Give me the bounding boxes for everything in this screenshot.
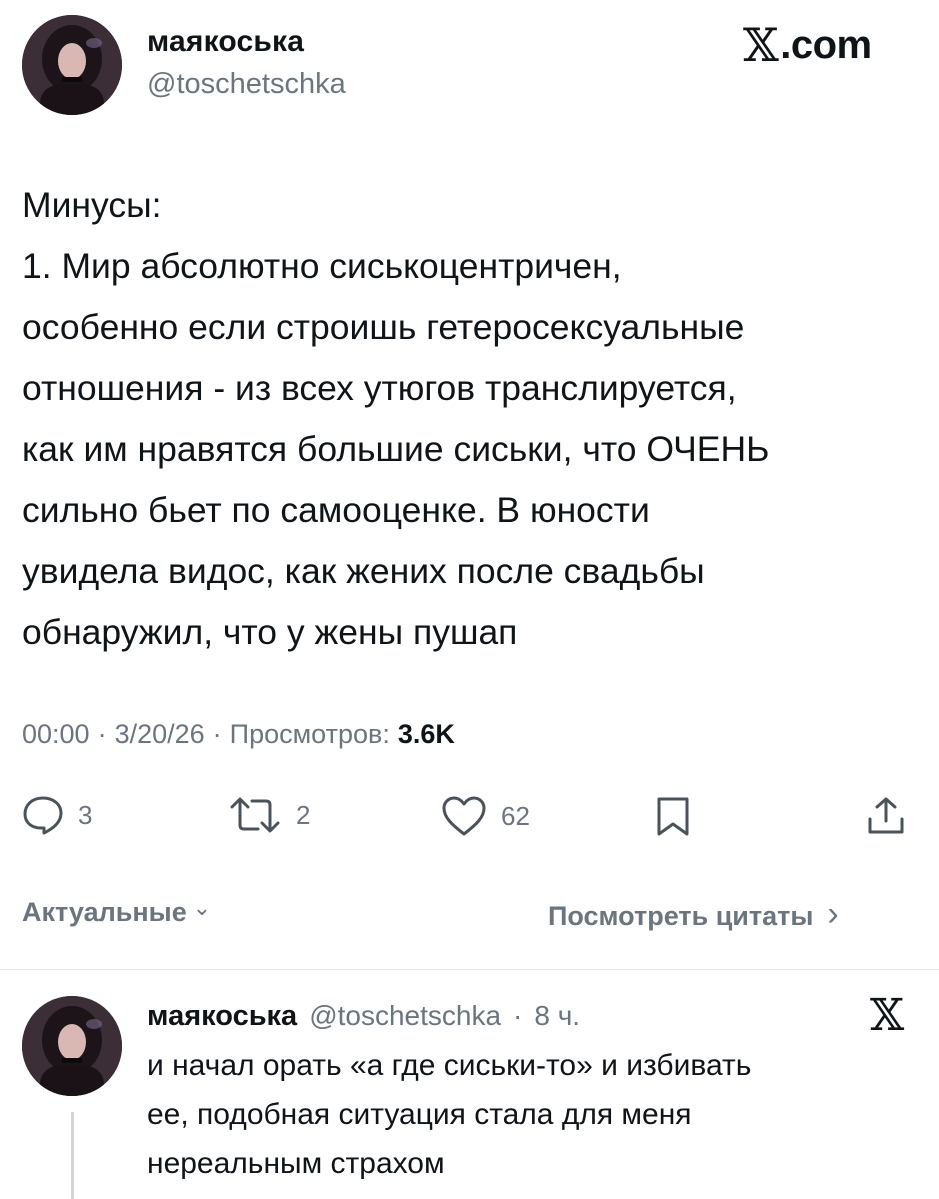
reply-author-avatar[interactable] <box>22 996 122 1096</box>
site-brand-label: .com <box>780 22 872 67</box>
reply-author-handle[interactable]: @toschetschka <box>309 1000 501 1032</box>
sort-dropdown[interactable]: Актуальные ⌄ <box>22 894 212 928</box>
views-count[interactable]: 3.6K <box>398 719 455 750</box>
retweet-button[interactable]: 2 <box>228 795 310 835</box>
reply-icon <box>23 796 63 835</box>
reply-author-name[interactable]: маякоська <box>147 1000 297 1033</box>
view-quotes-link[interactable]: Посмотреть цитаты › <box>548 895 839 936</box>
tweet-date[interactable]: 3/20/26 <box>115 719 205 750</box>
meta-separator: · <box>97 719 107 749</box>
reply-header: маякоська @toschetschka · 8 ч. <box>147 1000 580 1033</box>
retweet-icon <box>230 797 280 833</box>
divider <box>0 969 939 970</box>
tweet-meta: 00:00 · 3/20/26 · Просмотров: 3.6K <box>22 719 455 750</box>
sort-label: Актуальные <box>22 897 187 927</box>
like-icon <box>442 796 486 836</box>
like-count: 62 <box>501 800 530 831</box>
chevron-right-icon: › <box>827 895 839 933</box>
retweet-count: 2 <box>296 799 311 830</box>
views-label: Просмотров: <box>229 719 390 749</box>
author-handle[interactable]: @toschetschka <box>147 68 346 101</box>
x-logo-icon: 𝕏 <box>743 18 779 72</box>
bookmark-icon <box>657 797 689 836</box>
tweet-text: Минусы: 1. Мир абсолютно сиськоцентричен… <box>22 185 770 652</box>
share-icon <box>868 797 904 834</box>
meta-separator: · <box>513 1000 523 1031</box>
tweet-time[interactable]: 00:00 <box>22 719 90 750</box>
site-brand: 𝕏 .com <box>743 18 872 72</box>
reply-count: 3 <box>78 799 93 830</box>
bookmark-button[interactable] <box>655 795 691 837</box>
view-quotes-label: Посмотреть цитаты <box>548 901 814 931</box>
x-logo-icon: 𝕏 <box>870 990 905 1041</box>
thread-line <box>71 1112 74 1199</box>
reply-age[interactable]: 8 ч. <box>534 1000 580 1032</box>
like-button[interactable]: 62 <box>441 795 530 837</box>
author-display-name[interactable]: маякоська <box>147 25 304 59</box>
chevron-down-icon: ⌄ <box>192 894 212 920</box>
share-button[interactable] <box>866 795 906 837</box>
reply-button[interactable]: 3 <box>22 795 92 835</box>
meta-separator: · <box>212 719 222 749</box>
author-avatar[interactable] <box>22 15 122 115</box>
reply-text: и начал орать «а где сиськи-то» и избива… <box>147 1049 752 1180</box>
